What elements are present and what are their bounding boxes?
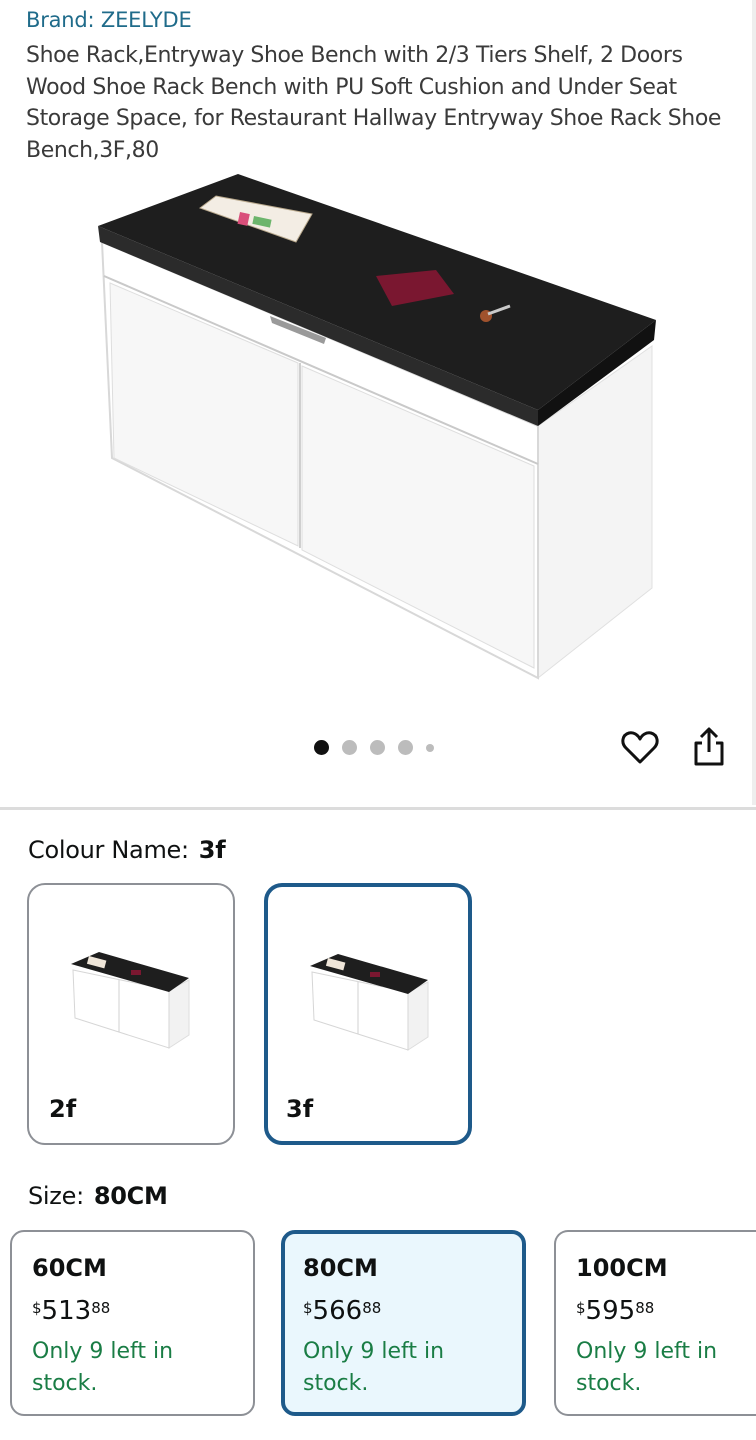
size-option-price: $56688 <box>303 1296 382 1326</box>
size-option-name: 80CM <box>303 1254 378 1282</box>
size-option-100cm[interactable]: 100CM $59588 Only 9 left in stock. <box>554 1230 756 1416</box>
carousel-dot[interactable] <box>342 740 357 755</box>
size-option-60cm[interactable]: 60CM $51388 Only 9 left in stock. <box>10 1230 255 1416</box>
carousel-dot[interactable] <box>370 740 385 755</box>
product-title: Shoe Rack,Entryway Shoe Bench with 2/3 T… <box>26 43 722 163</box>
product-image[interactable] <box>90 168 670 688</box>
section-divider <box>0 807 756 810</box>
size-option-price: $59588 <box>576 1296 655 1326</box>
size-option-80cm[interactable]: 80CM $56688 Only 9 left in stock. <box>281 1230 526 1416</box>
colour-thumbnail-2f <box>71 952 190 1049</box>
carousel-dot[interactable] <box>426 743 434 752</box>
share-icon[interactable] <box>690 726 728 768</box>
size-option-price: $51388 <box>32 1296 111 1326</box>
colour-name-label: Colour Name: 3f <box>28 836 226 864</box>
size-selected-value: 80CM <box>93 1182 168 1210</box>
size-option-name: 100CM <box>576 1254 668 1282</box>
carousel-dot[interactable] <box>398 740 413 755</box>
carousel-dot[interactable] <box>314 740 329 755</box>
size-option-stock: Only 9 left in stock. <box>32 1339 174 1396</box>
heart-icon[interactable] <box>620 728 660 768</box>
colour-option-2f[interactable]: 2f <box>27 883 235 1145</box>
brand-link[interactable]: Brand: ZEELYDE <box>26 8 192 32</box>
size-option-name: 60CM <box>32 1254 107 1282</box>
right-scroll-edge <box>752 0 756 805</box>
size-option-stock: Only 9 left in stock. <box>576 1339 718 1396</box>
colour-option-label: 2f <box>49 1095 77 1123</box>
colour-thumbnail-3f <box>310 954 429 1051</box>
carousel-dots[interactable] <box>314 740 434 755</box>
size-option-stock: Only 9 left in stock. <box>303 1339 445 1396</box>
colour-option-label: 3f <box>286 1095 314 1123</box>
size-label: Size: 80CM <box>28 1182 168 1210</box>
colour-selected-value: 3f <box>198 836 226 864</box>
colour-option-3f[interactable]: 3f <box>264 883 472 1145</box>
